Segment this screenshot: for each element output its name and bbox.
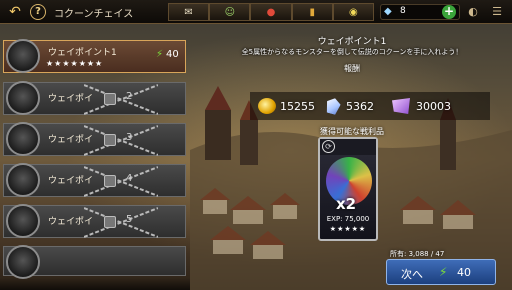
friends-icon: ☺ xyxy=(224,6,236,18)
waypoint-row-6[interactable] xyxy=(3,245,186,279)
gem-count: 8 xyxy=(400,6,406,16)
waypoint-number: 4 xyxy=(126,173,133,184)
chat-icon: ◉ xyxy=(349,6,358,18)
element-orb-icon xyxy=(6,204,40,238)
card-header: ⟳ xyxy=(320,139,376,155)
chains-icon xyxy=(84,125,158,156)
mail-tab[interactable]: ✉ xyxy=(168,3,210,21)
chains-icon xyxy=(84,84,158,115)
waypoint-row-5[interactable]: ウェイポイ 5 xyxy=(3,204,186,238)
waypoint-row-3[interactable]: ウェイポイ 3 xyxy=(3,122,186,156)
waypoint-stars: ★★★★★★★ xyxy=(46,59,104,68)
refresh-icon: ⟳ xyxy=(322,140,335,153)
waypoint-row-2[interactable]: ウェイポイ 2 xyxy=(3,81,186,115)
reward-heading: 報酬 xyxy=(344,64,360,73)
chat-tab[interactable]: ◉ xyxy=(332,3,375,21)
loot-multiplier: x2 xyxy=(336,195,357,213)
list-fade xyxy=(0,278,190,290)
reward-badges: 30003 xyxy=(392,98,451,114)
lock-icon xyxy=(104,175,116,187)
top-tab-bar: ✉ ☺ ● ▮ ◉ xyxy=(168,3,375,21)
gift-icon: ● xyxy=(266,6,276,18)
bookmark-icon: ▮ xyxy=(309,6,315,18)
lock-icon xyxy=(104,216,116,228)
chains-icon xyxy=(84,166,158,197)
drop-heading: 獲得可能な戦利品 xyxy=(320,127,384,136)
lock-icon xyxy=(104,134,116,146)
gift-tab[interactable]: ● xyxy=(250,3,292,21)
diamond-icon: ◆ xyxy=(384,6,392,17)
controller-icon[interactable]: ◐ xyxy=(464,4,482,20)
reward-crystals: 5362 xyxy=(326,98,374,114)
element-orb-icon xyxy=(6,122,40,156)
page-title: コクーンチェイス xyxy=(54,9,134,20)
badge-icon xyxy=(392,98,410,114)
reward-coins: 15255 xyxy=(258,98,315,114)
chains-icon xyxy=(84,207,158,238)
loot-card[interactable]: ⟳ x2 EXP: 75,000 ★★★★★ xyxy=(318,137,378,241)
loot-exp: EXP: 75,000 xyxy=(326,215,370,223)
element-orb-icon xyxy=(6,245,40,279)
waypoint-row-4[interactable]: ウェイポイ 4 xyxy=(3,163,186,197)
waypoint-label: ウェイポイント1 xyxy=(48,48,117,58)
element-orb-icon xyxy=(6,39,40,73)
loot-stars: ★★★★★ xyxy=(329,225,367,233)
next-button[interactable]: 次へ ⚡ 40 xyxy=(386,259,496,285)
waypoint-number: 5 xyxy=(126,214,133,225)
bookmark-tab[interactable]: ▮ xyxy=(291,3,333,21)
back-arrow-icon[interactable]: ↶ xyxy=(6,3,24,21)
lock-icon xyxy=(104,93,116,105)
waypoint-number: 2 xyxy=(126,91,133,102)
crystal-icon xyxy=(324,96,342,115)
element-orb-icon xyxy=(6,81,40,115)
waypoint-number: 3 xyxy=(126,132,133,143)
detail-title: ウェイポイント1 xyxy=(317,37,387,47)
friends-tab[interactable]: ☺ xyxy=(209,3,251,21)
mail-icon: ✉ xyxy=(184,6,193,18)
detail-description: 全5属性からなるモンスターを倒して伝説のコクーンを手に入れよう！ xyxy=(241,48,463,56)
next-cost: 40 xyxy=(457,266,471,279)
menu-icon[interactable]: ☰ xyxy=(488,4,506,20)
energy-icon: ⚡ xyxy=(439,265,448,279)
coin-icon xyxy=(258,98,276,114)
add-gems-button[interactable]: + xyxy=(442,5,456,19)
top-bar: ↶ ? コクーンチェイス ✉ ☺ ● ▮ ◉ ◆ 8 + ◐ ☰ xyxy=(0,0,512,24)
next-label: 次へ xyxy=(401,268,423,281)
energy-cost: ⚡ 40 xyxy=(156,49,179,60)
help-button[interactable]: ? xyxy=(30,4,46,20)
element-orb-icon xyxy=(6,163,40,197)
waypoint-row-1[interactable]: ウェイポイント1 ★★★★★★★ ⚡ 40 xyxy=(3,39,186,73)
energy-icon: ⚡ xyxy=(156,49,164,60)
owned-count: 所有: 3,088 / 47 xyxy=(390,250,445,258)
